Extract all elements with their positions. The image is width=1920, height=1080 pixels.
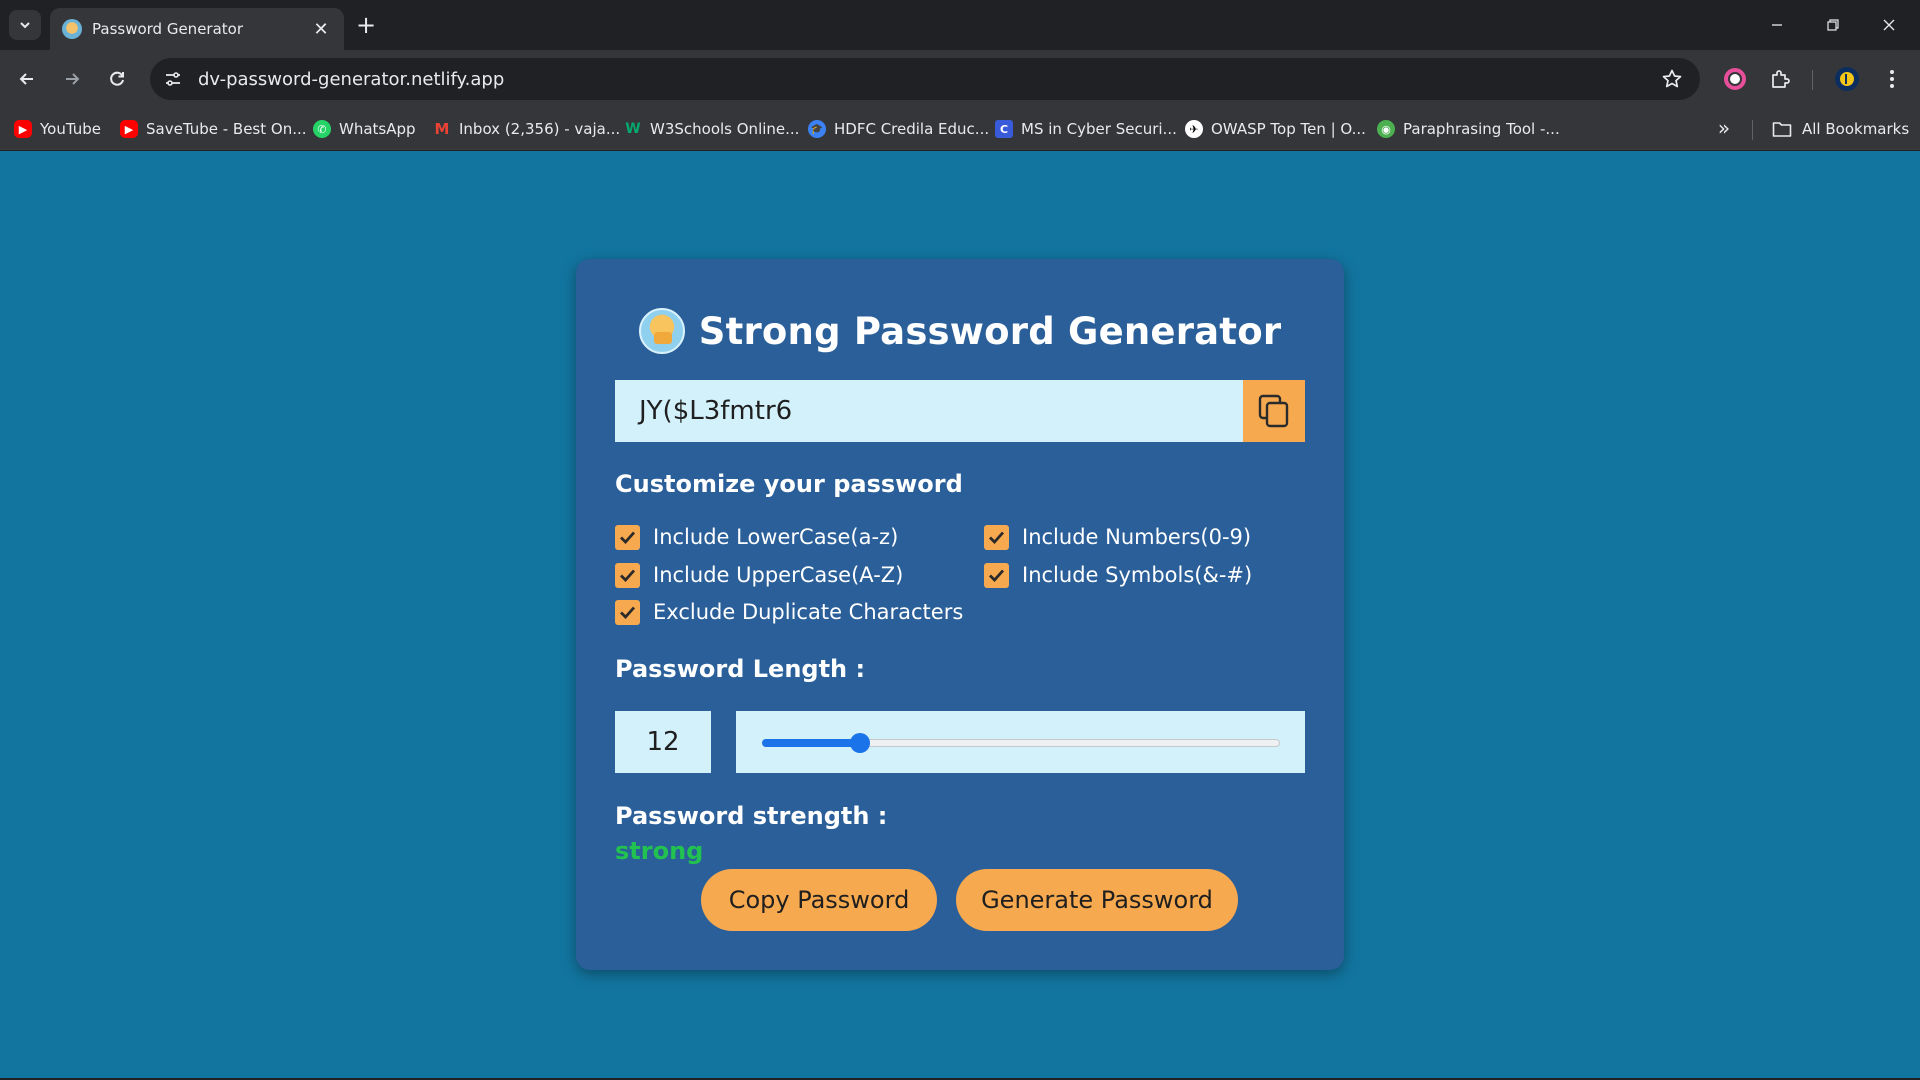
page-title: Strong Password Generator [698,309,1282,353]
bookmark-star-icon[interactable] [1652,59,1692,99]
close-icon [1883,19,1895,31]
toolbar-divider [1812,70,1813,90]
option-exclude-duplicates[interactable]: Exclude Duplicate Characters [615,598,963,626]
option-uppercase[interactable]: Include UpperCase(A-Z) [615,561,903,589]
lock-robot-icon [638,308,685,354]
copy-password-button[interactable]: Copy Password [701,869,937,931]
bookmark-owasp[interactable]: ✈ OWASP Top Ten | O... [1185,117,1366,141]
password-strength-label: Password strength : [615,802,888,830]
savetube-icon: ▶ [120,120,138,138]
password-length-slider[interactable] [736,711,1305,773]
tab-strip: Password Generator ✕ + [0,0,1920,50]
restore-button[interactable] [1811,10,1855,40]
back-button[interactable] [10,62,44,96]
checkbox-numbers[interactable] [984,524,1009,550]
checkmark-icon [620,569,636,582]
tab-title: Password Generator [92,20,244,38]
hdfc-credila-icon: 🎓 [808,120,826,138]
extension-lens-icon[interactable] [1718,62,1752,96]
option-numbers[interactable]: Include Numbers(0-9) [984,523,1251,551]
url-text[interactable]: dv-password-generator.netlify.app [198,69,1652,90]
paraphrasing-icon: ◉ [1377,120,1395,138]
bookmark-ms-cyber[interactable]: C MS in Cyber Securi... [995,117,1177,141]
extensions-puzzle-icon[interactable] [1763,62,1797,96]
checkbox-uppercase[interactable] [615,562,640,588]
all-bookmarks-button[interactable]: All Bookmarks [1772,117,1909,141]
close-icon[interactable]: ✕ [310,19,332,40]
browser-toolbar: dv-password-generator.netlify.app [0,50,1920,108]
bookmark-hdfc-credila[interactable]: 🎓 HDFC Credila Educ... [808,117,989,141]
card-header: Strong Password Generator [576,301,1344,361]
reload-button[interactable] [100,62,134,96]
checkbox-symbols[interactable] [984,562,1009,588]
slider-fill [762,739,861,747]
site-info-icon[interactable] [152,58,194,100]
bookmark-savetube[interactable]: ▶ SaveTube - Best On... [120,117,307,141]
profile-avatar-icon[interactable] [1830,62,1864,96]
copy-icon [1258,394,1289,428]
forward-button[interactable] [55,62,89,96]
password-length-label: Password Length : [615,655,866,683]
address-bar[interactable]: dv-password-generator.netlify.app [150,58,1700,100]
folder-icon [1772,122,1792,137]
generate-password-button[interactable]: Generate Password [956,869,1238,931]
chevron-double-right-icon[interactable]: » [1712,117,1736,141]
restore-icon [1827,19,1839,31]
checkbox-exclude-duplicates[interactable] [615,599,640,625]
new-tab-button[interactable]: + [352,12,380,40]
bookmark-w3schools[interactable]: W W3Schools Online... [624,117,799,141]
page-background: Strong Password Generator JY($L3fmtr6 Cu… [0,151,1920,1078]
bookmarks-bar: ▶ YouTube ▶ SaveTube - Best On... ✆ What… [0,108,1920,150]
w3schools-icon: W [625,121,641,137]
arrow-right-icon [66,73,80,85]
reload-icon [110,71,124,86]
bookmark-youtube[interactable]: ▶ YouTube [14,117,101,141]
tab-search-button[interactable] [9,10,41,40]
password-generator-card: Strong Password Generator JY($L3fmtr6 Cu… [576,259,1344,970]
checkbox-lowercase[interactable] [615,524,640,550]
password-length-input[interactable]: 12 [615,711,711,773]
slider-thumb[interactable] [850,733,871,753]
customize-heading: Customize your password [615,470,963,498]
minimize-button[interactable] [1755,10,1799,40]
option-symbols[interactable]: Include Symbols(&-#) [984,561,1252,589]
lock-favicon-icon [62,19,82,39]
checkmark-icon [620,531,636,544]
password-output-field[interactable]: JY($L3fmtr6 [615,380,1244,442]
bookmark-paraphrasing[interactable]: ◉ Paraphrasing Tool -... [1377,117,1560,141]
checkmark-icon [989,531,1005,544]
arrow-left-icon [19,73,33,85]
owasp-icon: ✈ [1185,120,1203,138]
youtube-icon: ▶ [14,120,32,138]
ms-cyber-icon: C [995,120,1013,138]
password-strength-value: strong [615,837,704,865]
checkmark-icon [989,569,1005,582]
gmail-icon: M [434,120,450,138]
chevron-down-icon [20,22,30,29]
bookmark-gmail[interactable]: M Inbox (2,356) - vaja... [433,117,621,141]
minimize-icon [1772,24,1782,26]
whatsapp-icon: ✆ [313,120,331,138]
tab-password-generator[interactable]: Password Generator ✕ [50,8,344,50]
copy-icon-button[interactable] [1243,380,1305,442]
bookmarks-divider [1752,120,1753,140]
option-lowercase[interactable]: Include LowerCase(a-z) [615,523,898,551]
checkmark-icon [620,606,636,619]
bookmark-whatsapp[interactable]: ✆ WhatsApp [313,117,416,141]
window-close-button[interactable] [1867,10,1911,40]
menu-kebab-icon[interactable] [1875,62,1909,96]
